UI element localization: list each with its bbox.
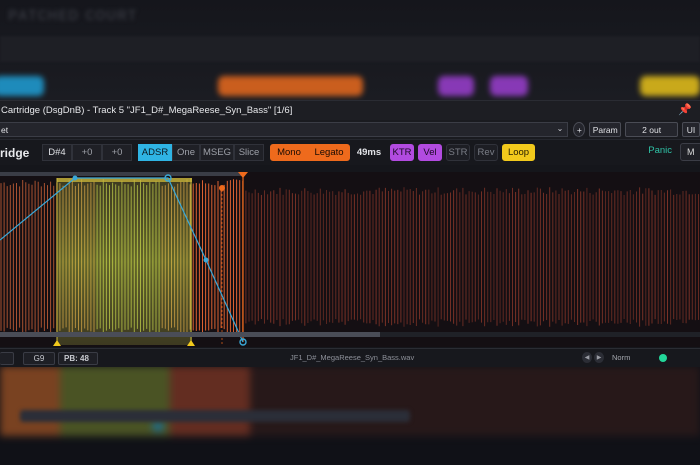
sampler-control-row: ridge D#4 +0 +0 ADSR One MSEG Slice Mono… [0,139,700,165]
glide-time-field[interactable]: 49ms [350,144,388,161]
host-lower-background [0,366,700,465]
ui-button[interactable]: UI [682,122,700,137]
host-track-chip [438,76,474,96]
chevron-down-icon: ⌄ [556,124,564,133]
status-bar: G9 PB: 48 JF1_D#_MegaReese_Syn_Bass.wav … [0,348,700,367]
host-track-chip [218,76,363,96]
pin-icon[interactable]: 📌 [678,103,692,116]
mode-one-button[interactable]: One [172,144,200,161]
release-handle[interactable] [219,185,225,191]
key-high-field[interactable]: G9 [23,351,55,365]
semitone-offset-field[interactable]: +0 [102,144,132,161]
plugin-title: Cartridge (DsgDnB) - Track 5 "JF1_D#_Meg… [1,105,293,116]
panic-button[interactable]: Panic [648,145,672,156]
waveform-display[interactable] [0,172,700,347]
plugin-titlebar[interactable]: Cartridge (DsgDnB) - Track 5 "JF1_D#_Meg… [0,101,700,120]
envelope-sustain-point[interactable] [203,257,209,263]
normalize-toggle[interactable]: Norm [612,353,630,362]
velocity-button[interactable]: Vel [418,144,442,161]
mono-button[interactable]: Mono [270,144,308,161]
sampler-plugin-window: Cartridge (DsgDnB) - Track 5 "JF1_D#_Meg… [0,100,700,367]
root-note-field[interactable]: D#4 [42,144,72,161]
previous-sample-icon[interactable]: ◀ [582,352,592,363]
envelope-attack-point[interactable] [72,175,78,181]
loop-region[interactable] [57,178,192,345]
legato-button[interactable]: Legato [308,144,350,161]
preset-select[interactable]: et ⌄ [0,122,569,137]
pitchbend-field[interactable]: PB: 48 [58,351,98,365]
reverse-button[interactable]: Rev [474,144,498,161]
add-preset-button[interactable]: + [573,122,586,137]
sample-navigation: ◀ ▶ [582,352,604,363]
mode-mseg-button[interactable]: MSEG [200,144,234,161]
host-toolbar-blurred [0,36,700,62]
host-waveform-blurred [0,366,700,436]
loop-button[interactable]: Loop [502,144,535,161]
waveform-editor[interactable] [0,172,700,347]
host-track-chip [640,76,700,96]
host-track-chip [490,76,528,96]
host-title-blurred: ᴘᴀᴛᴄʜᴇᴅ ᴄᴏᴜʀᴛ [8,4,138,24]
key-tracking-button[interactable]: KTR [390,144,414,161]
mode-slice-button[interactable]: Slice [234,144,264,161]
host-track-chip [0,76,44,96]
next-sample-icon[interactable]: ▶ [594,352,604,363]
host-scrollbar-blurred [20,410,410,422]
preset-value: et [1,124,9,135]
sample-range-bar [0,172,245,176]
param-button[interactable]: Param [589,122,622,137]
output-select[interactable]: 2 out [625,122,679,137]
mode-adsr-button[interactable]: ADSR [138,144,172,161]
octave-offset-field[interactable]: +0 [72,144,102,161]
m-button[interactable]: M [680,143,700,161]
plugin-name-label: ridge [0,145,30,160]
sample-filename: JF1_D#_MegaReese_Syn_Bass.wav [290,353,415,362]
preset-row: et ⌄ + Param 2 out UI [0,120,700,139]
waveform-scroll-thumb[interactable] [0,332,380,337]
key-low-field[interactable] [0,351,14,365]
status-indicator-dot [659,354,667,362]
host-background: ᴘᴀᴛᴄʜᴇᴅ ᴄᴏᴜʀᴛ [0,0,700,100]
stretch-button[interactable]: STR [446,144,470,161]
